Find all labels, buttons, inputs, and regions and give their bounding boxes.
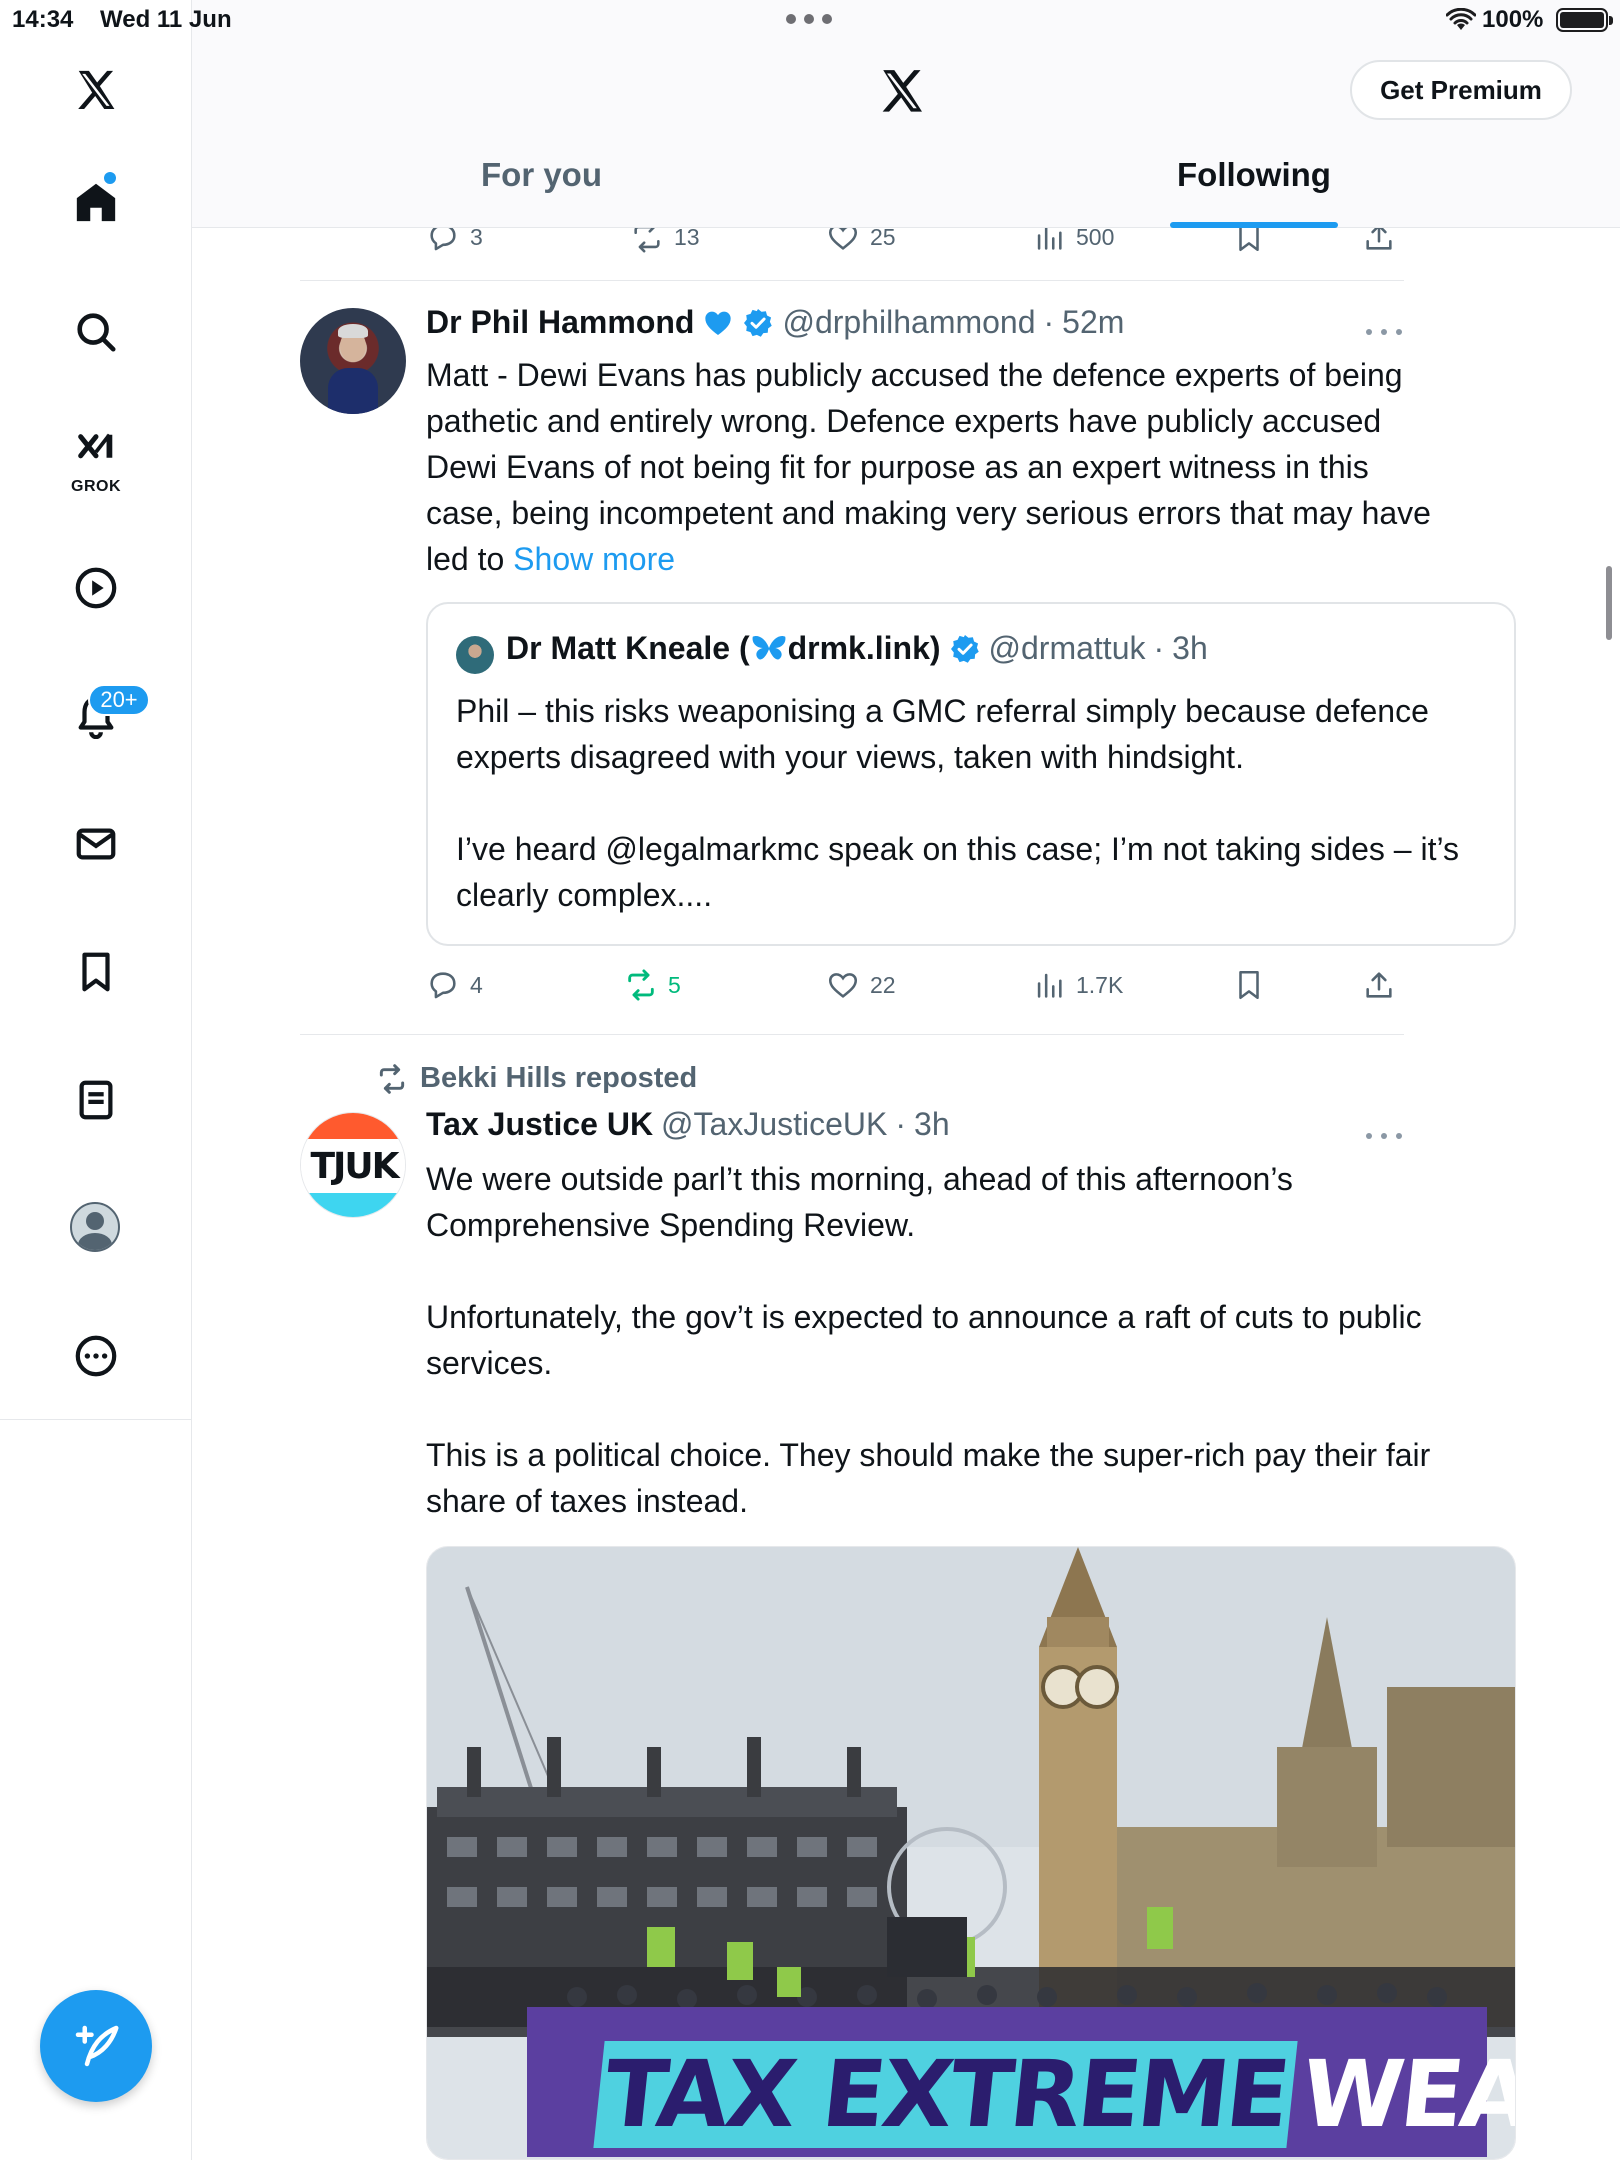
heart-icon xyxy=(828,228,858,250)
avatar-logo-text: TJUK xyxy=(301,1139,405,1193)
author-name[interactable]: Dr Phil Hammond xyxy=(426,304,694,341)
bookmark-icon xyxy=(1239,970,1259,1000)
post-header: Tax Justice UK @TaxJusticeUK · 3h xyxy=(426,1106,950,1143)
quote-header: Dr Matt Kneale (drmk.link) @drmattuk · 3… xyxy=(506,630,1208,666)
views-button[interactable]: 1.7K xyxy=(1032,968,1123,1002)
reposted-by[interactable]: Bekki Hills reposted xyxy=(376,1062,697,1095)
quote-author-handle: @drmattuk xyxy=(988,630,1146,666)
bookmark-button[interactable] xyxy=(1232,968,1266,1002)
verified-badge-icon xyxy=(744,308,773,337)
avatar xyxy=(456,636,494,674)
post-text: Matt - Dewi Evans has publicly accused t… xyxy=(426,357,1440,577)
share-icon xyxy=(1366,228,1392,250)
home-unread-dot xyxy=(104,172,116,184)
repost-button[interactable]: 5 xyxy=(624,968,681,1002)
divider xyxy=(300,280,1404,281)
active-tab-indicator xyxy=(1170,222,1338,228)
tab-for-you[interactable]: For you xyxy=(481,156,602,194)
repost-icon xyxy=(628,969,654,1001)
status-date: Wed 11 Jun xyxy=(100,6,232,33)
play-icon[interactable] xyxy=(56,548,136,628)
grok-label: GROK xyxy=(71,478,121,495)
quote-text: Phil – this risks weaponising a GMC refe… xyxy=(456,693,1460,913)
list-icon[interactable] xyxy=(56,1060,136,1140)
quote-author-name: Dr Matt Kneale (drmk.link) xyxy=(506,630,941,666)
get-premium-button[interactable]: Get Premium xyxy=(1350,60,1572,120)
bookmark-icon xyxy=(1239,228,1259,252)
share-button[interactable] xyxy=(1362,228,1396,254)
post-header: Dr Phil Hammond @drphilhammond · 52m xyxy=(426,304,1125,341)
battery-percent: 100% xyxy=(1482,6,1544,33)
reply-button[interactable]: 4 xyxy=(426,968,483,1002)
avatar[interactable] xyxy=(300,308,406,414)
x-logo-icon[interactable] xyxy=(876,66,928,116)
reply-count: 4 xyxy=(470,971,483,998)
previous-post-actions: 3 13 25 500 xyxy=(192,228,1620,280)
repost-button[interactable]: 13 xyxy=(630,228,700,254)
notifications-badge: 20+ xyxy=(88,684,150,716)
verified-badge-icon xyxy=(950,634,979,663)
views-button[interactable]: 500 xyxy=(1032,228,1114,254)
like-button[interactable]: 22 xyxy=(826,968,896,1002)
status-time: 14:34 xyxy=(12,6,74,33)
reply-icon xyxy=(430,228,456,251)
author-name[interactable]: Tax Justice UK xyxy=(426,1106,653,1143)
compose-button[interactable] xyxy=(40,1990,152,2102)
post-time[interactable]: 3h xyxy=(914,1106,950,1143)
share-button[interactable] xyxy=(1362,968,1396,1002)
blue-heart-icon xyxy=(705,311,732,335)
timeline-feed: 3 13 25 500 Dr Phil Hammond @drphilhammo… xyxy=(192,228,1620,2160)
banner-text: TAX EXTREMEWEALTH xyxy=(593,2041,1515,2148)
avatar[interactable]: TJUK xyxy=(300,1112,406,1218)
like-count: 22 xyxy=(870,971,896,998)
status-bar: 14:34 Wed 11 Jun 100% xyxy=(0,0,1620,40)
like-button[interactable]: 25 xyxy=(826,228,896,254)
divider xyxy=(300,1034,1404,1035)
reply-button[interactable]: 3 xyxy=(426,228,483,254)
post-more-button[interactable] xyxy=(1366,326,1402,338)
bookmark-icon[interactable] xyxy=(56,932,136,1012)
author-handle[interactable]: @TaxJusticeUK xyxy=(661,1106,887,1143)
mail-icon[interactable] xyxy=(56,804,136,884)
author-handle[interactable]: @drphilhammond xyxy=(782,304,1035,341)
compose-icon xyxy=(75,2025,119,2067)
x-logo-icon[interactable] xyxy=(56,50,136,130)
post-image[interactable]: TAX EXTREMEWEALTH xyxy=(426,1546,1516,2160)
tab-following[interactable]: Following xyxy=(1177,156,1331,194)
multitasking-dots[interactable] xyxy=(786,14,832,24)
views-icon xyxy=(1037,228,1062,250)
more-icon[interactable] xyxy=(56,1316,136,1396)
home-icon[interactable] xyxy=(56,162,136,242)
share-icon xyxy=(1366,972,1392,998)
quoted-post[interactable]: Dr Matt Kneale (drmk.link) @drmattuk · 3… xyxy=(426,602,1516,946)
search-icon[interactable] xyxy=(56,292,136,372)
repost-icon xyxy=(634,228,660,253)
show-more-link[interactable]: Show more xyxy=(513,541,675,577)
butterfly-icon xyxy=(752,636,786,660)
post-more-button[interactable] xyxy=(1366,1130,1402,1142)
views-count: 1.7K xyxy=(1076,971,1124,998)
quote-time: 3h xyxy=(1172,630,1208,666)
sidebar: GROK 20+ xyxy=(0,0,192,2160)
heart-icon xyxy=(828,973,858,998)
avatar[interactable] xyxy=(70,1202,120,1252)
repost-count: 5 xyxy=(668,971,681,998)
scrollbar[interactable] xyxy=(1606,566,1612,640)
views-icon xyxy=(1037,973,1062,998)
bookmark-button[interactable] xyxy=(1232,228,1266,254)
reply-icon xyxy=(430,972,456,999)
repost-icon xyxy=(379,1063,405,1094)
post-text: We were outside parl’t this morning, ahe… xyxy=(426,1161,1431,1519)
battery-icon xyxy=(1556,8,1613,32)
wifi-icon xyxy=(1446,8,1476,30)
post-time[interactable]: 52m xyxy=(1062,304,1124,341)
